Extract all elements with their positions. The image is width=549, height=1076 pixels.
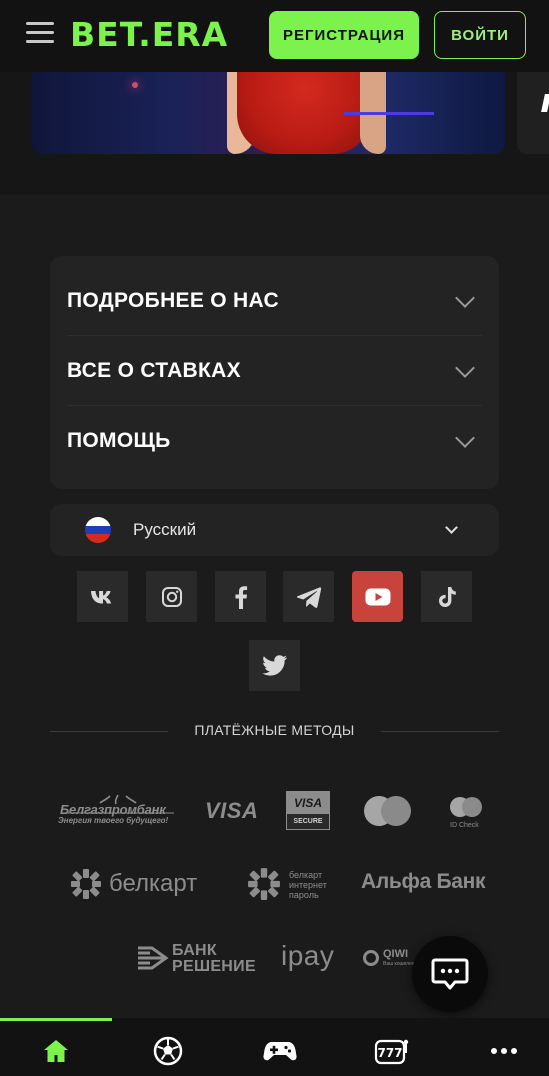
accordion-about[interactable]: ПОДРОБНЕЕ О НАС: [67, 266, 482, 336]
home-icon[interactable]: [40, 1036, 72, 1066]
belgazprombank-name: Белгазпромбанк: [60, 802, 166, 817]
menu-burger-icon[interactable]: [26, 22, 54, 44]
accordion-label: ПОМОЩЬ: [67, 429, 171, 452]
bank-reshenie-logo: БАНК РЕШЕНИЕ: [136, 942, 261, 976]
login-button[interactable]: ВОЙТИ: [434, 11, 526, 59]
more-dots-icon[interactable]: [488, 1036, 520, 1066]
twitter-icon[interactable]: [249, 640, 300, 691]
chevron-down-icon: [455, 287, 475, 308]
accordion-help[interactable]: ПОМОЩЬ: [67, 406, 482, 476]
top-header: BET.ERA РЕГИСТРАЦИЯ ВОЙТИ: [0, 0, 549, 72]
accordion-label: ПОДРОБНЕЕ О НАС: [67, 288, 279, 312]
belkart-ip-line: белкарт: [289, 870, 323, 880]
alfa-bank-logo: Альфа Банк: [361, 870, 486, 893]
banner-light-decoration: [132, 82, 138, 88]
footer-accordion: ПОДРОБНЕЕ О НАС ВСЕ О СТАВКАХ ПОМОЩЬ: [50, 256, 499, 489]
payment-methods-header: ПЛАТЁЖНЫЕ МЕТОДЫ: [50, 722, 499, 742]
slots-777-icon[interactable]: 777: [374, 1036, 410, 1066]
mastercard-icon: [364, 796, 412, 826]
belkart-logo: белкарт: [70, 868, 220, 902]
belkart-label: белкарт: [109, 870, 198, 897]
bottom-navigation: 777: [0, 1018, 549, 1076]
sport-ball-icon[interactable]: [152, 1036, 184, 1066]
bank-reshenie-line: РЕШЕНИЕ: [172, 958, 256, 975]
mastercard-idcheck-logo: ID Check: [448, 797, 486, 833]
youtube-icon[interactable]: [352, 571, 403, 622]
visa-logo: VISA: [205, 798, 259, 823]
visa-secure-bottom: SECURE: [287, 814, 329, 829]
next-promo-banner[interactable]: [517, 72, 549, 154]
chevron-down-icon: [455, 428, 475, 448]
belgazprombank-slogan: Энергия твоего будущего!: [58, 816, 169, 825]
banner-stripe: [344, 112, 434, 115]
gamepad-icon[interactable]: [263, 1036, 297, 1066]
russia-flag-icon: [85, 517, 111, 543]
idcheck-label: ID Check: [450, 822, 479, 829]
belkart-ip-line: пароль: [289, 890, 319, 900]
visa-secure-logo: VISA SECURE: [286, 791, 330, 830]
qiwi-label: QIWI: [383, 948, 409, 960]
promo-carousel: [0, 72, 549, 194]
accordion-bets[interactable]: ВСЕ О СТАВКАХ: [67, 336, 482, 406]
belkart-internet-password-logo: белкарт интернет пароль: [247, 867, 337, 901]
language-label: Русский: [133, 520, 197, 539]
active-tab-indicator: [0, 1018, 112, 1021]
register-button[interactable]: РЕГИСТРАЦИЯ: [269, 11, 419, 59]
language-select[interactable]: Русский: [50, 504, 499, 556]
payment-methods-title: ПЛАТЁЖНЫЕ МЕТОДЫ: [194, 722, 355, 738]
chevron-down-icon: [445, 521, 458, 534]
qiwi-sub-label: Ваш кошелек: [383, 961, 415, 967]
support-chat-button[interactable]: [412, 936, 488, 1012]
chat-bubble-icon: [431, 958, 469, 990]
chevron-down-icon: [455, 357, 475, 378]
vk-icon[interactable]: [77, 571, 128, 622]
belkart-ip-line: интернет: [289, 880, 327, 890]
telegram-icon[interactable]: [283, 571, 334, 622]
tiktok-icon[interactable]: [421, 571, 472, 622]
facebook-icon[interactable]: [215, 571, 266, 622]
instagram-icon[interactable]: [146, 571, 197, 622]
svg-text:777: 777: [377, 1046, 402, 1060]
belgazprombank-logo: Белгазпромбанк Энергия твоего будущего!: [58, 794, 178, 828]
ipay-logo: ipay: [281, 940, 335, 971]
bank-reshenie-line: БАНК: [172, 942, 217, 959]
promo-banner[interactable]: [32, 72, 505, 154]
visa-secure-top: VISA: [287, 792, 329, 814]
betera-logo[interactable]: BET.ERA: [70, 16, 228, 54]
accordion-label: ВСЕ О СТАВКАХ: [67, 358, 241, 382]
